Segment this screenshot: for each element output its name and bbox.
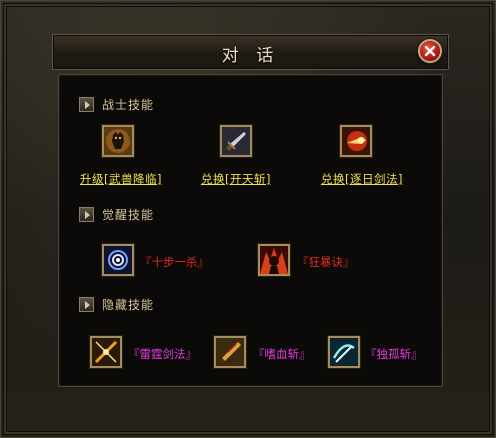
title-bar: 对 话 (52, 34, 449, 70)
section-awaken-skills[interactable]: 觉醒技能 (79, 206, 154, 222)
dialog-title: 对 话 (221, 46, 280, 66)
exchange-kaitian-link[interactable]: 兑换[开天斩] (201, 171, 271, 187)
awaken-skill-kuangbao-label[interactable]: 『狂暴诀』 (297, 254, 355, 270)
section-label: 隐藏技能 (102, 297, 155, 312)
rage-warrior-icon[interactable] (258, 244, 290, 276)
upgrade-beast-link[interactable]: 升级[武兽降临] (80, 171, 162, 187)
hidden-skill-leiting-label[interactable]: 『雷霆剑法』 (128, 346, 197, 362)
sword-icon[interactable] (220, 125, 252, 157)
close-icon (424, 45, 436, 57)
section-label: 觉醒技能 (102, 207, 155, 222)
section-hidden-skills[interactable]: 隐藏技能 (79, 296, 154, 312)
section-warrior-skills[interactable]: 战士技能 (79, 96, 154, 112)
expand-arrow-icon[interactable] (79, 96, 94, 112)
blood-blade-icon[interactable] (214, 336, 246, 368)
solitary-slash-icon[interactable] (328, 336, 360, 368)
thunder-sword-icon[interactable] (90, 336, 122, 368)
awaken-skill-shibu-label[interactable]: 『十步一杀』 (140, 254, 209, 270)
fire-slash-icon[interactable] (340, 125, 372, 157)
close-button[interactable] (418, 39, 442, 63)
hidden-skill-shixue-label[interactable]: 『嗜血斩』 (253, 346, 311, 362)
section-label: 战士技能 (102, 97, 155, 112)
expand-arrow-icon[interactable] (79, 206, 94, 222)
vortex-icon[interactable] (102, 244, 134, 276)
hidden-skill-dugu-label[interactable]: 『独孤斩』 (365, 346, 423, 362)
warrior-beast-icon[interactable] (102, 125, 134, 157)
expand-arrow-icon[interactable] (79, 296, 94, 312)
exchange-zhuri-link[interactable]: 兑换[逐日剑法] (321, 171, 403, 187)
